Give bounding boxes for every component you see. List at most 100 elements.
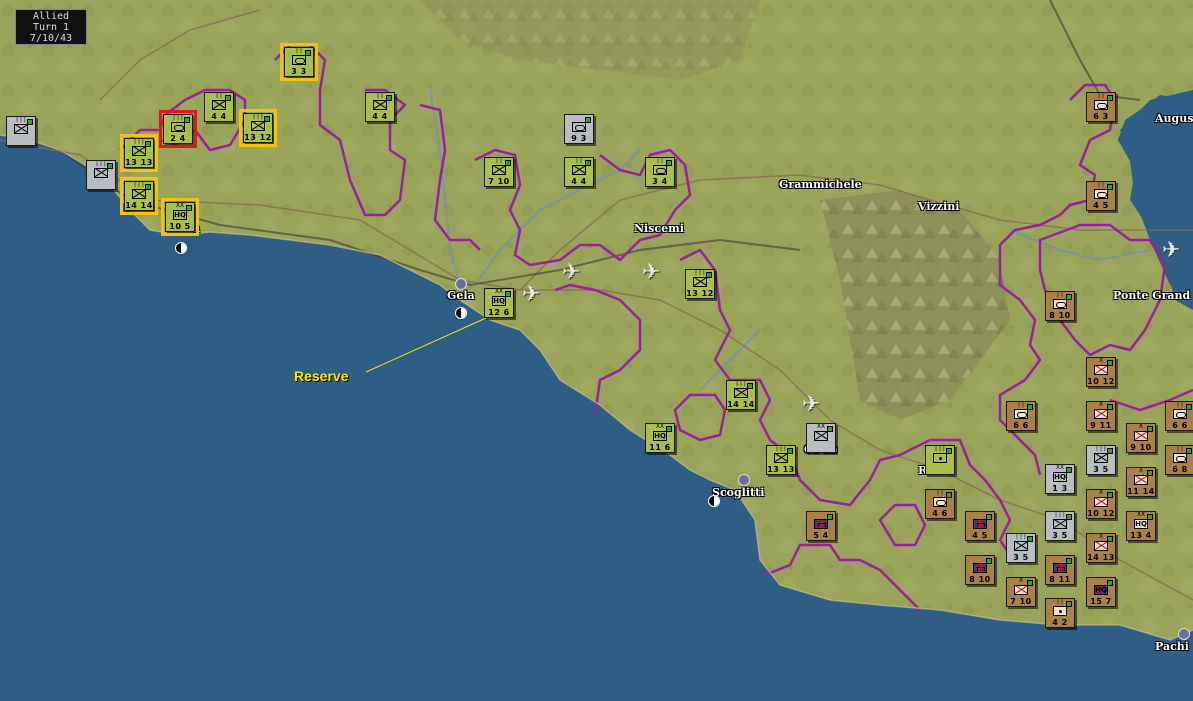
unit-counter[interactable]: X9 10 (1126, 423, 1156, 453)
unit-counter[interactable]: X 10 12 (1086, 489, 1116, 519)
unit-strength-values: 5 4 (813, 531, 829, 540)
unit-counter[interactable]: | | | 3 5 (1045, 511, 1075, 541)
unit-counter[interactable]: | | | (6, 116, 36, 146)
hq-symbol-icon: HQ (492, 296, 506, 306)
unit-counter[interactable]: | | | 3 5 (1006, 533, 1036, 563)
unit-status-icon (27, 119, 33, 125)
unit-counter[interactable]: | | 3 3 (280, 43, 318, 81)
unit-counter[interactable]: | | 6 6 (1006, 401, 1036, 431)
unit-counter[interactable]: X 14 13 (1086, 533, 1116, 563)
unit-strength-values: 6 6 (1172, 421, 1188, 430)
inf-symbol-icon (572, 165, 586, 175)
turn-side: Allied (32, 11, 70, 22)
inf-symbol-icon (1053, 519, 1067, 529)
unit-counter[interactable]: 9 3 (564, 114, 594, 144)
arm-symbol-icon (1053, 299, 1067, 309)
unit-strength-values: 13 4 (1130, 531, 1152, 540)
unit-counter[interactable]: | | | 2 4 (159, 110, 197, 148)
port-licata-icon (175, 242, 187, 254)
unit-counter[interactable]: XX HQ 13 4 (1126, 511, 1156, 541)
unit-counter[interactable]: | | | (925, 445, 955, 475)
unit-strength-values: 15 7 (1090, 597, 1112, 606)
unit-strength-values: 3 5 (1013, 553, 1029, 562)
unit-counter[interactable]: | | | (86, 160, 116, 190)
unit-status-icon (184, 117, 190, 123)
unit-strength-values: 6 3 (1093, 112, 1109, 121)
unit-counter[interactable]: | | 4 4 (365, 92, 395, 122)
unit-counter[interactable]: | | 4 2 (1045, 598, 1075, 628)
unit-strength-values: 8 10 (969, 575, 991, 584)
game-map[interactable]: Allied Turn 1 7/10/43 Gela Niscemi Gramm… (0, 0, 1193, 701)
unit-counter[interactable]: 4 5 (965, 511, 995, 541)
unit-counter[interactable]: | | 4 6 (925, 489, 955, 519)
unit-strength-values: 4 4 (372, 112, 388, 121)
unit-counter[interactable]: | | 6 8 (1165, 445, 1193, 475)
unit-counter[interactable]: | | 7 10 (484, 157, 514, 187)
unit-counter[interactable]: | | | 14 14 (120, 177, 158, 215)
unit-strength-values: 3 5 (1093, 465, 1109, 474)
unit-status-icon (666, 160, 672, 166)
unit-status-icon (1186, 448, 1192, 454)
unit-strength-values: 10 5 (169, 222, 191, 231)
unit-counter[interactable]: 8 10 (965, 555, 995, 585)
unit-counter[interactable]: X 11 14 (1126, 467, 1156, 497)
place-gela: Gela (447, 289, 475, 302)
unit-status-icon (1107, 448, 1113, 454)
unit-counter[interactable]: XX (806, 423, 836, 453)
unit-status-icon (1107, 404, 1113, 410)
unit-counter[interactable]: HQ 15 7 (1086, 577, 1116, 607)
unit-counter[interactable]: X7 10 (1006, 577, 1036, 607)
unit-counter[interactable]: | | 4 5 (1086, 181, 1116, 211)
unit-status-icon (1107, 95, 1113, 101)
place-niscemi: Niscemi (634, 222, 684, 235)
unit-counter[interactable]: | | | 13 12 (239, 109, 277, 147)
unit-status-icon (386, 95, 392, 101)
eng-symbol-icon (973, 563, 987, 573)
eng-symbol-icon (1053, 563, 1067, 573)
unit-strength-values: 3 3 (291, 67, 307, 76)
inf-symbol-icon (1094, 497, 1108, 507)
hq-symbol-icon: HQ (653, 431, 667, 441)
unit-counter[interactable]: | | 3 4 (645, 157, 675, 187)
unit-status-icon (946, 448, 952, 454)
unit-counter[interactable]: | | | 3 5 (1086, 445, 1116, 475)
unit-counter[interactable]: | | | 13 13 (766, 445, 796, 475)
inf-symbol-icon (693, 277, 707, 287)
unit-status-icon (305, 50, 311, 56)
unit-counter[interactable]: | | | 13 12 (685, 269, 715, 299)
arm-symbol-icon (1173, 409, 1187, 419)
unit-counter[interactable]: XX HQ 1 3 (1045, 464, 1075, 494)
arm-symbol-icon (1094, 189, 1108, 199)
unit-counter[interactable]: X 10 12 (1086, 357, 1116, 387)
eng-symbol-icon (814, 519, 828, 529)
unit-counter[interactable]: | | 8 10 (1045, 291, 1075, 321)
art-symbol-icon (933, 453, 947, 463)
unit-counter[interactable]: | | | 13 13 (120, 134, 158, 172)
unit-counter[interactable]: | | 6 6 (1165, 401, 1193, 431)
unit-counter[interactable]: | | | 14 14 (726, 380, 756, 410)
unit-counter[interactable]: X9 11 (1086, 401, 1116, 431)
hq-symbol-icon: HQ (1053, 472, 1067, 482)
arm-symbol-icon (1014, 409, 1028, 419)
arm-symbol-icon (653, 165, 667, 175)
place-scoglitti: Scoglitti (712, 486, 765, 499)
unit-counter[interactable]: | | 4 4 (564, 157, 594, 187)
unit-counter[interactable]: | | 6 3 (1086, 92, 1116, 122)
unit-counter[interactable]: 5 4 (806, 511, 836, 541)
place-augusta: Augus (1155, 112, 1193, 125)
arm-symbol-icon (933, 497, 947, 507)
unit-counter[interactable]: | | 4 4 (204, 92, 234, 122)
unit-strength-values: 11 6 (649, 443, 671, 452)
unit-status-icon (145, 141, 151, 147)
unit-counter[interactable]: 8 11 (1045, 555, 1075, 585)
unit-strength-values: 2 4 (170, 134, 186, 143)
unit-counter[interactable]: XX HQ 11 6 (645, 423, 675, 453)
unit-counter[interactable]: XX HQ 10 5 (161, 198, 199, 236)
unit-counter[interactable]: XX HQ 12 6 (484, 288, 514, 318)
unit-status-icon (1147, 470, 1153, 476)
unit-strength-values: 4 6 (932, 509, 948, 518)
turn-date: 7/10/43 (29, 33, 73, 44)
unit-status-icon (946, 492, 952, 498)
unit-strength-values: 4 5 (972, 531, 988, 540)
unit-strength-values: 4 5 (1093, 201, 1109, 210)
